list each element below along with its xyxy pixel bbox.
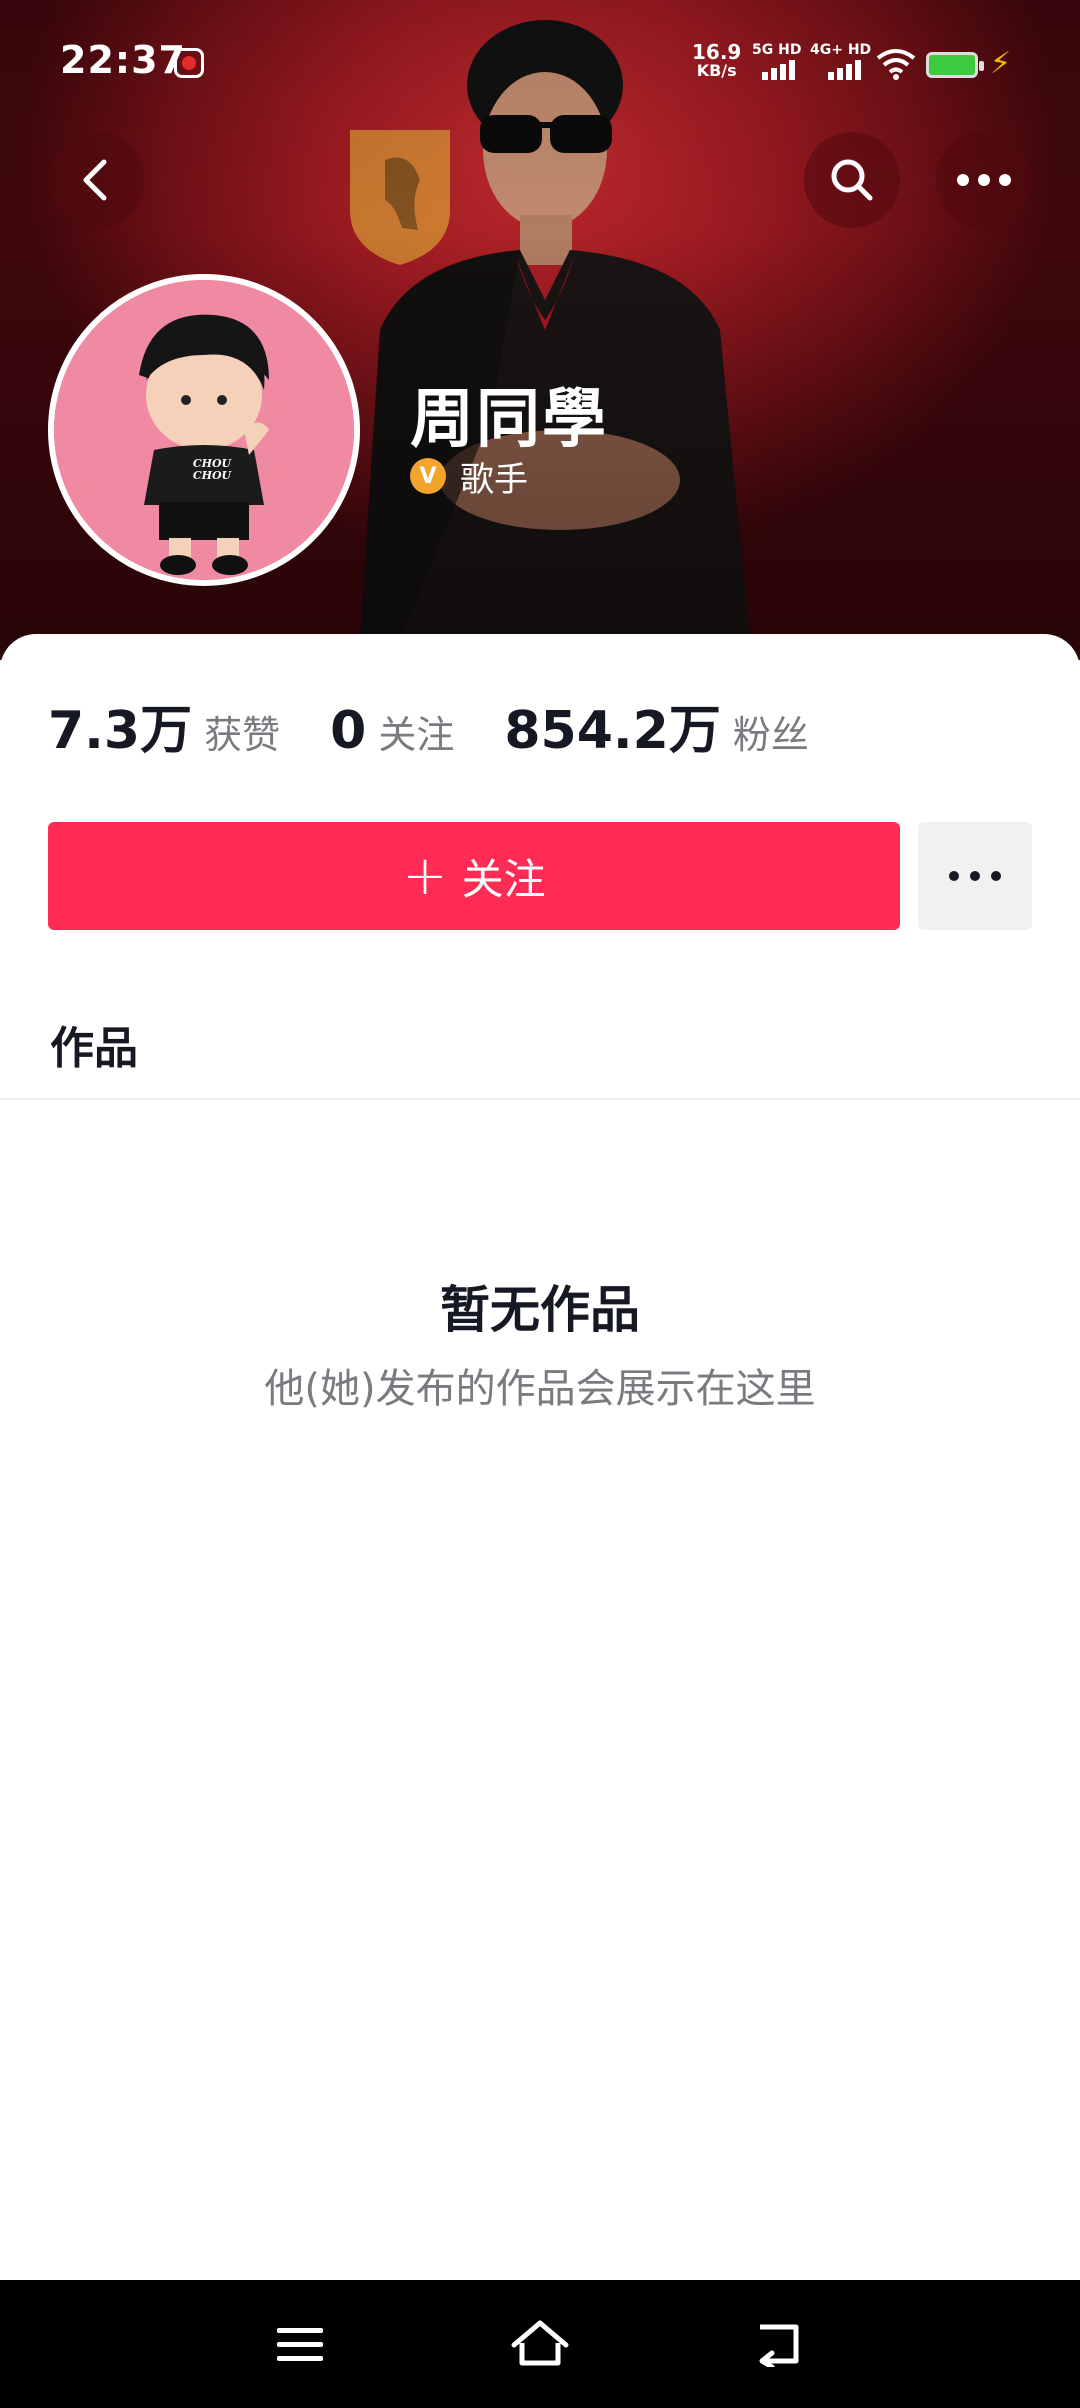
- profile-card: 7.3万 获赞 0 关注 854.2万 粉丝 + 关注 作品 暂无作品 他(她)…: [0, 634, 1080, 2280]
- avatar-figure-image: [54, 280, 354, 580]
- status-time: 22:37: [60, 38, 186, 82]
- followers-count[interactable]: 854.2万: [504, 688, 720, 763]
- network-speed-value: 16.9: [692, 40, 742, 64]
- following-count[interactable]: 0: [330, 701, 366, 761]
- more-horizontal-icon: [957, 174, 1011, 186]
- empty-state-title: 暂无作品: [440, 1281, 640, 1339]
- follow-more-button[interactable]: [918, 822, 1032, 930]
- divider: [0, 1098, 1080, 1100]
- status-bar: 22:37 16.9 KB/s 5G HD 4G+ HD ⚡: [0, 0, 1080, 130]
- likes-label[interactable]: 获赞: [204, 704, 280, 759]
- sim1-label: 5G HD: [752, 42, 802, 58]
- verified-badge-icon: V: [410, 458, 446, 494]
- charging-icon: ⚡: [990, 46, 1012, 81]
- sim2-label: 4G+ HD: [810, 42, 872, 58]
- likes-count[interactable]: 7.3万: [48, 688, 192, 763]
- search-button[interactable]: [804, 132, 900, 228]
- chevron-left-icon: [83, 159, 107, 201]
- profile-screen: 22:37 16.9 KB/s 5G HD 4G+ HD ⚡ CHOU CHOU…: [0, 0, 1080, 2408]
- home-button[interactable]: [500, 2304, 580, 2384]
- network-speed: 16.9 KB/s: [692, 42, 741, 80]
- search-icon: [831, 159, 873, 201]
- signal-sim2-icon: [828, 60, 861, 80]
- signal-sim1-icon: [762, 60, 795, 80]
- verified-badge-letter: V: [419, 463, 437, 489]
- empty-state-subtitle: 他(她)发布的作品会展示在这里: [264, 1366, 816, 1412]
- system-nav-bar: [0, 2280, 1080, 2408]
- home-icon: [511, 2320, 569, 2366]
- follow-button[interactable]: + 关注: [48, 822, 900, 930]
- profile-banner: 22:37 16.9 KB/s 5G HD 4G+ HD ⚡ CHOU CHOU…: [0, 0, 1080, 660]
- verification-label: 歌手: [460, 459, 528, 500]
- stats-row: 7.3万 获赞 0 关注 854.2万 粉丝: [48, 688, 859, 761]
- notification-app-icon: [174, 48, 204, 78]
- avatar[interactable]: CHOU CHOU: [48, 274, 360, 586]
- profile-name: 周同學: [410, 383, 608, 457]
- follow-button-label: 关注: [461, 854, 546, 904]
- back-nav-button[interactable]: [740, 2304, 820, 2384]
- battery-icon: [926, 52, 984, 78]
- back-button[interactable]: [48, 132, 144, 228]
- back-arrow-icon: [759, 2324, 799, 2367]
- tab-works[interactable]: 作品: [50, 1012, 138, 1076]
- verification-row: V 歌手: [410, 454, 528, 500]
- wifi-icon: [876, 49, 916, 80]
- more-options-button[interactable]: [936, 132, 1032, 228]
- menu-icon: [277, 2328, 323, 2361]
- plus-icon: +: [402, 844, 448, 907]
- avatar-shirt-text: CHOU CHOU: [192, 457, 232, 482]
- recent-apps-button[interactable]: [260, 2304, 340, 2384]
- following-label[interactable]: 关注: [378, 704, 454, 759]
- more-horizontal-icon: [949, 871, 1001, 881]
- network-speed-unit: KB/s: [696, 61, 737, 80]
- followers-label[interactable]: 粉丝: [733, 704, 809, 759]
